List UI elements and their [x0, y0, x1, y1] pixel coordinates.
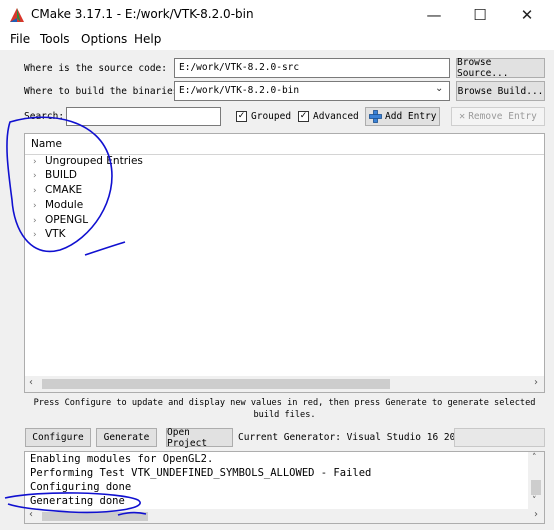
hand-annotation-overlay: [4, 116, 147, 516]
tree-circle-annotation: [6, 116, 113, 253]
log-tail-annotation: [117, 511, 147, 516]
tree-tail-annotation: [84, 241, 126, 256]
log-circle-annotation: [4, 492, 141, 514]
